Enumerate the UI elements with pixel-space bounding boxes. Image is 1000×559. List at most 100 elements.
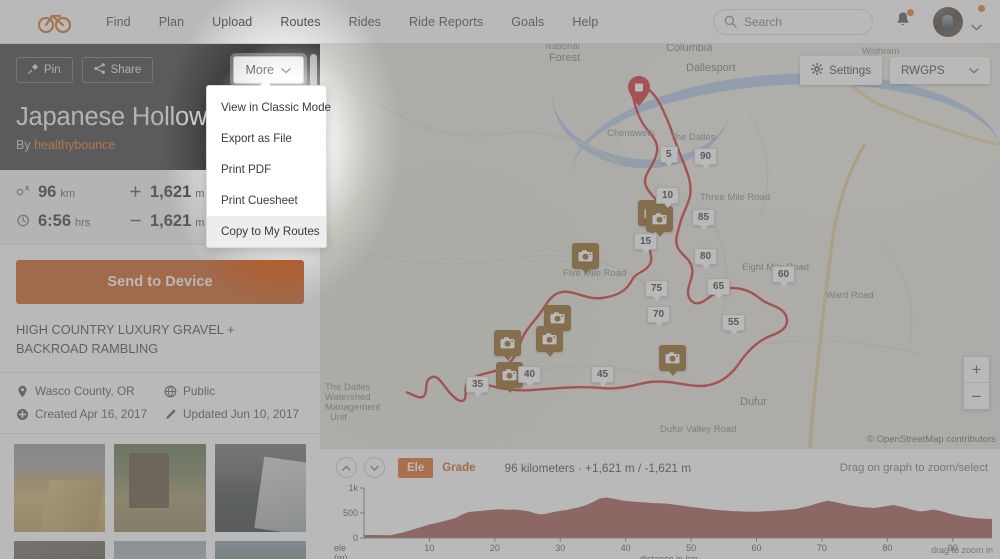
- map-canvas[interactable]: National Forest Columbia Dallesport Wishram C…: [320, 44, 1000, 448]
- tab-elevation[interactable]: Ele: [398, 457, 434, 478]
- nav-links: Find Plan Upload Routes Rides Ride Repor…: [92, 15, 612, 29]
- photo-marker[interactable]: [494, 330, 521, 361]
- snowy-road-rider-photo[interactable]: [214, 444, 306, 533]
- x-tick-label: 80: [882, 543, 893, 553]
- account-badge-dot: [978, 4, 985, 12]
- nav-item-upload[interactable]: Upload: [198, 15, 266, 29]
- map-label: National: [545, 44, 580, 52]
- map-label: Three Mile Road: [700, 192, 771, 203]
- send-to-device-button[interactable]: Send to Device: [16, 260, 304, 305]
- meta-created: Created Apr 16, 2017: [16, 407, 164, 421]
- map-vector-layer: [339, 72, 1000, 448]
- globe-icon: [164, 385, 177, 398]
- chevron-down-icon: [971, 18, 982, 31]
- menu-item-print-pdf[interactable]: Print PDF: [207, 154, 326, 185]
- collapse-profile-button[interactable]: [336, 457, 357, 478]
- distance-marker[interactable]: 75: [645, 280, 669, 301]
- map-label: Five Mile Road: [563, 268, 627, 279]
- nav-item-ride-reports[interactable]: Ride Reports: [395, 15, 497, 29]
- distance-marker[interactable]: 90: [694, 148, 718, 169]
- map-label: Ward Road: [826, 290, 874, 301]
- distance-marker[interactable]: 15: [634, 233, 658, 254]
- route-distance-icon: [16, 184, 31, 199]
- menu-item-view-in-classic-mode[interactable]: View in Classic Mode: [207, 92, 331, 123]
- usfs-sign-bike-photo[interactable]: [114, 444, 206, 533]
- distance-marker[interactable]: 10: [656, 187, 680, 208]
- photo-marker[interactable]: [536, 326, 563, 357]
- distance-marker[interactable]: 40: [518, 366, 542, 387]
- notifications-button[interactable]: [895, 8, 914, 33]
- bicycle-logo-icon[interactable]: [38, 9, 72, 35]
- gravel-road-photo[interactable]: [14, 444, 106, 533]
- stat-distance: 96 km: [16, 182, 128, 202]
- elevation-gain-icon: [128, 184, 143, 199]
- chart-drag-hint: drag to zoom in: [930, 545, 993, 555]
- nav-item-routes[interactable]: Routes: [266, 15, 334, 29]
- map-settings-label: Settings: [829, 64, 871, 77]
- distance-marker[interactable]: 60: [772, 266, 796, 287]
- nav-item-find[interactable]: Find: [92, 15, 145, 29]
- more-button-label: More: [245, 63, 274, 77]
- zoom-out-button[interactable]: −: [964, 383, 989, 409]
- pin-button[interactable]: Pin: [16, 57, 73, 83]
- pin-button-label: Pin: [44, 64, 61, 76]
- more-button[interactable]: More: [232, 56, 304, 84]
- page-root: Find Plan Upload Routes Rides Ride Repor…: [0, 0, 1000, 559]
- camera-icon: [578, 250, 593, 262]
- nav-item-goals[interactable]: Goals: [497, 15, 558, 29]
- stat-elevation-gain-value: 1,621: [150, 183, 192, 202]
- map-label: Chenoweth: [607, 128, 656, 139]
- distance-marker[interactable]: 5: [660, 146, 678, 167]
- cloudy-sky-photo[interactable]: [114, 541, 206, 559]
- meta-created-label: Created Apr 16, 2017: [35, 407, 148, 422]
- meta-updated-label: Updated Jun 10, 2017: [183, 407, 300, 422]
- menu-item-export-as-file[interactable]: Export as File: [207, 123, 326, 154]
- map-pin-icon: [16, 385, 29, 398]
- meta-visibility-label: Public: [183, 384, 216, 399]
- distance-marker[interactable]: 70: [647, 306, 671, 327]
- nav-item-help[interactable]: Help: [558, 15, 612, 29]
- nav-item-plan[interactable]: Plan: [145, 15, 198, 29]
- search-box[interactable]: [713, 8, 873, 35]
- x-axis-label: distance in km: [640, 554, 698, 559]
- map-zoom-controls: + −: [963, 356, 990, 410]
- basemap-select[interactable]: RWGPS: [890, 57, 990, 84]
- zoom-in-button[interactable]: +: [964, 357, 989, 383]
- distance-marker[interactable]: 85: [692, 209, 716, 230]
- distance-marker[interactable]: 55: [722, 314, 746, 335]
- camera-icon: [502, 369, 517, 381]
- pine-trees-photo[interactable]: [214, 541, 306, 559]
- map-label: Columbia: [666, 44, 713, 54]
- stat-time-value: 6:56: [38, 212, 72, 231]
- distance-marker[interactable]: 35: [466, 376, 490, 397]
- menu-item-print-cuesheet[interactable]: Print Cuesheet: [207, 185, 326, 216]
- route-start-pin[interactable]: [628, 76, 650, 111]
- x-tick-label: 50: [686, 543, 697, 553]
- chevron-up-icon: [342, 464, 351, 471]
- rocky-terrain-photo[interactable]: [14, 541, 106, 559]
- photo-marker[interactable]: [572, 243, 599, 274]
- meta-updated: Updated Jun 10, 2017: [164, 407, 304, 421]
- search-input[interactable]: [744, 14, 859, 29]
- elevation-loss-icon: [128, 213, 143, 228]
- expand-profile-button[interactable]: [364, 457, 385, 478]
- author-link[interactable]: healthybounce: [34, 138, 115, 152]
- elevation-toolbar: Ele Grade 96 kilometers · +1,621 m / -1,…: [320, 449, 1000, 482]
- distance-marker[interactable]: 45: [591, 366, 615, 387]
- distance-marker[interactable]: 65: [707, 278, 731, 299]
- nav-item-rides[interactable]: Rides: [335, 15, 395, 29]
- account-menu-button[interactable]: [933, 4, 985, 37]
- share-button[interactable]: Share: [81, 57, 154, 83]
- elevation-chart[interactable]: 0 500 1k 10 20 30 40 50 60 70 80 90 ele (m) distance i…: [320, 482, 1000, 559]
- photo-marker[interactable]: [646, 206, 673, 237]
- distance-marker[interactable]: 80: [694, 248, 718, 269]
- elevation-drag-hint: Drag on graph to zoom/select: [839, 461, 988, 474]
- notification-badge-dot: [907, 8, 914, 16]
- chevron-down-icon: [370, 465, 379, 471]
- menu-item-copy-to-my-routes[interactable]: Copy to My Routes: [207, 216, 326, 247]
- tab-grade[interactable]: Grade: [433, 458, 484, 478]
- photo-marker[interactable]: [659, 345, 686, 376]
- map-label: Unit: [330, 412, 347, 423]
- map-attribution[interactable]: © OpenStreetMap contributors: [867, 434, 996, 445]
- map-settings-button[interactable]: Settings: [800, 56, 882, 85]
